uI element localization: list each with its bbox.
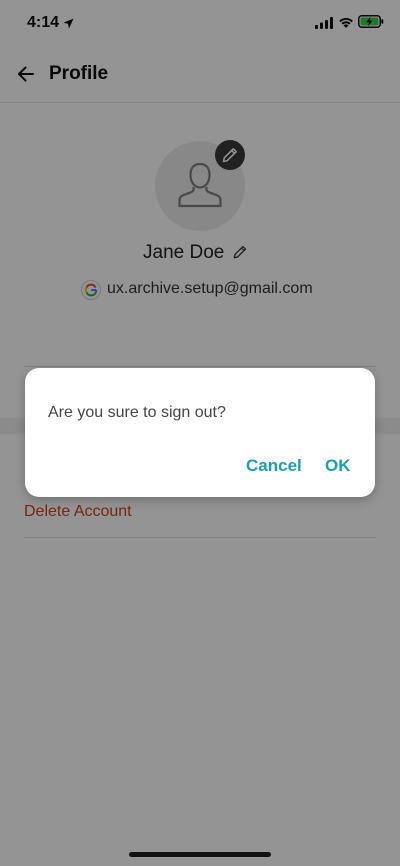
cancel-button[interactable]: Cancel (246, 456, 302, 476)
home-indicator[interactable] (129, 852, 271, 857)
dialog-message: Are you sure to sign out? (48, 404, 226, 421)
ok-button[interactable]: OK (325, 456, 351, 476)
sign-out-dialog: Are you sure to sign out? Cancel OK (25, 368, 375, 497)
